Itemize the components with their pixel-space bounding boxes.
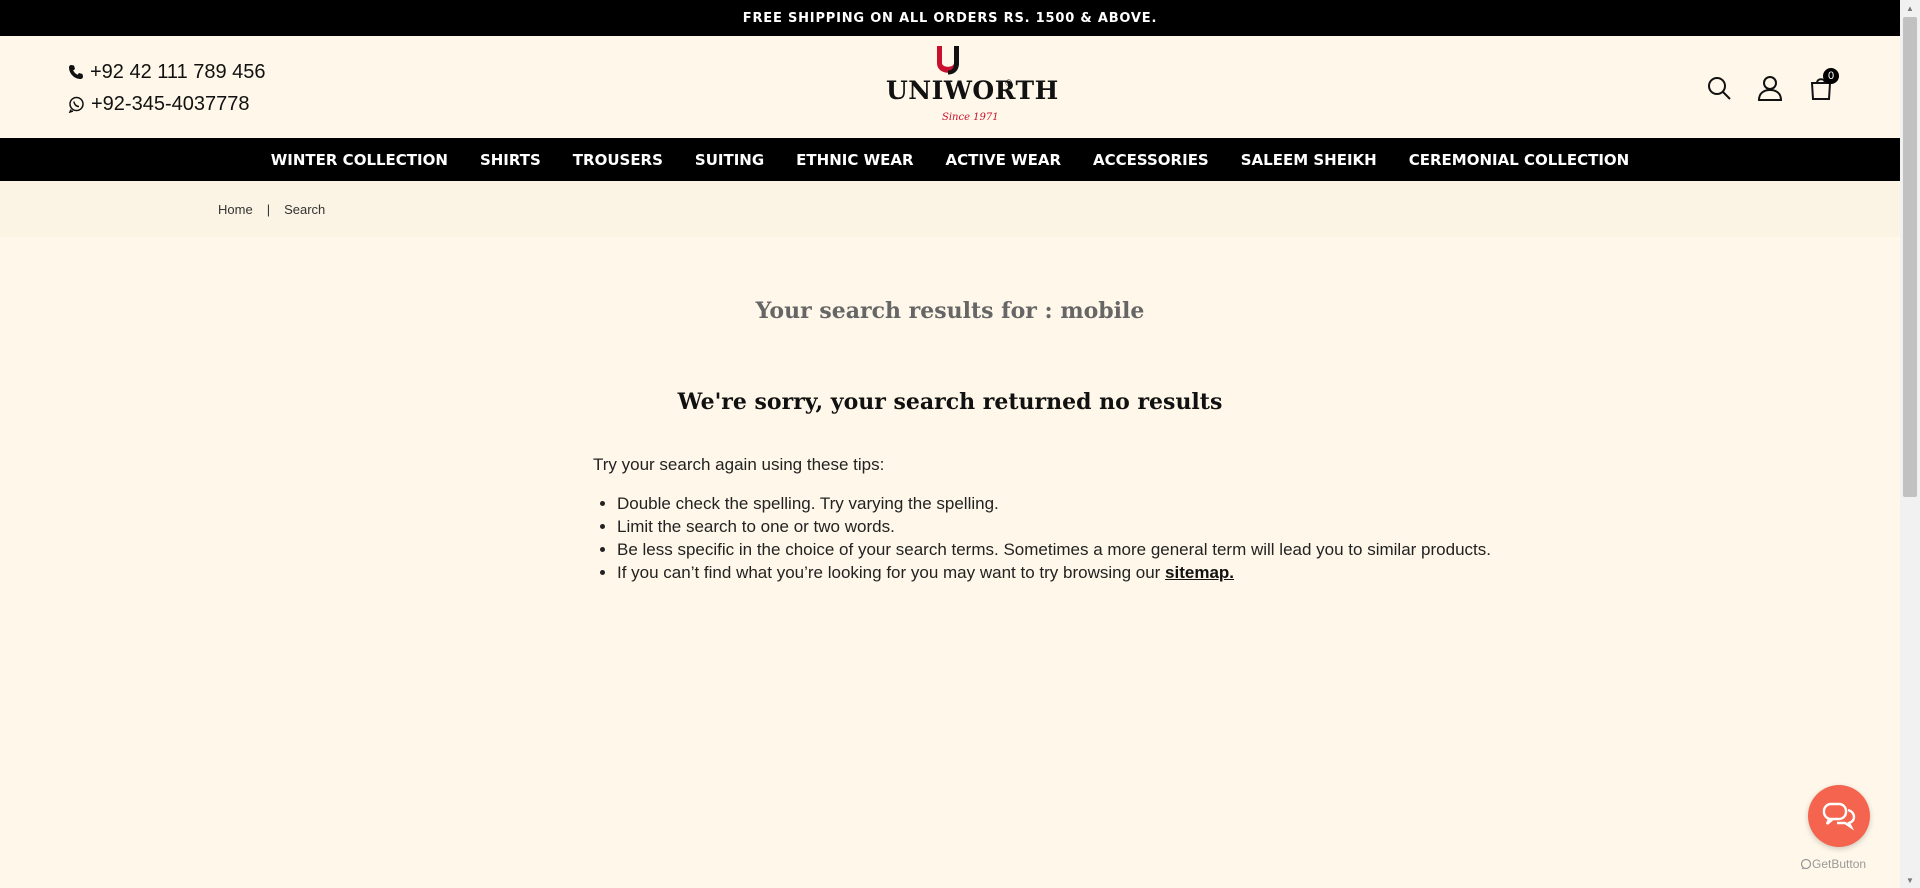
scroll-thumb[interactable] [1903,17,1917,497]
tip-item: Limit the search to one or two words. [617,515,1491,538]
nav-suiting[interactable]: SUITING [695,151,764,169]
phone-number: +92 42 111 789 456 [90,60,266,83]
page-scrollbar[interactable]: ▲ ▼ [1900,0,1920,888]
tip-item: Double check the spelling. Try varying t… [617,492,1491,515]
tips-intro: Try your search again using these tips: [593,455,885,474]
nav-winter-collection[interactable]: WINTER COLLECTION [271,151,448,169]
registered-mark: ® [1005,78,1012,88]
chat-bubbles-icon [1822,802,1856,831]
nav-shirts[interactable]: SHIRTS [480,151,541,169]
nav-ceremonial-collection[interactable]: CEREMONIAL COLLECTION [1409,151,1630,169]
nav-saleem-sheikh[interactable]: SALEEM SHEIKH [1241,151,1377,169]
whatsapp-number: +92-345-4037778 [91,92,250,115]
header-actions: 0 [1684,68,1839,104]
nav-ethnic-wear[interactable]: ETHNIC WEAR [796,151,913,169]
search-results-title: Your search results for : mobile [755,298,1145,324]
breadcrumb-home-link[interactable]: Home [218,202,253,217]
getbutton-logo-icon [1800,858,1812,870]
main-nav: WINTER COLLECTION SHIRTS TROUSERS SUITIN… [0,138,1900,181]
cart-button[interactable]: 0 [1805,68,1839,104]
nav-accessories[interactable]: ACCESSORIES [1093,151,1209,169]
getbutton-brand: GetButton [1812,857,1867,871]
nav-trousers[interactable]: TROUSERS [573,151,663,169]
search-icon [1708,77,1731,100]
logo-tagline: Since 1971 [942,112,999,123]
search-button[interactable] [1703,72,1735,104]
announcement-text: FREE SHIPPING ON ALL ORDERS RS. 1500 & A… [742,10,1158,26]
sitemap-link[interactable]: sitemap. [1165,563,1234,582]
phone-icon [69,65,83,79]
breadcrumb: Home | Search [0,181,1900,237]
tips-list: Double check the spelling. Try varying t… [593,492,1491,584]
scroll-up-arrow[interactable]: ▲ [1900,0,1920,16]
announcement-bar: FREE SHIPPING ON ALL ORDERS RS. 1500 & A… [0,0,1900,36]
scroll-down-arrow[interactable]: ▼ [1900,872,1920,888]
tip-item: Be less specific in the choice of your s… [617,538,1491,561]
getbutton-credit[interactable]: GetButton [1800,857,1866,871]
nav-active-wear[interactable]: ACTIVE WEAR [946,151,1061,169]
user-icon [1757,76,1783,101]
site-logo[interactable]: UNIWORTH ® Since 1971 [886,46,1059,128]
logo-wordmark: UNIWORTH [886,76,1059,105]
tip-item-sitemap: If you can’t find what you’re looking fo… [617,561,1491,584]
cart-count-badge: 0 [1823,68,1839,84]
no-results-heading: We're sorry, your search returned no res… [677,389,1223,415]
breadcrumb-separator: | [266,201,271,217]
chat-widget-button[interactable] [1808,785,1870,847]
breadcrumb-trail: Home | Search [218,202,325,217]
account-button[interactable] [1754,72,1786,104]
site-header: +92 42 111 789 456 +92-345-4037778 UNIWO… [0,36,1900,138]
breadcrumb-current: Search [284,201,326,217]
phone-contact[interactable]: +92 42 111 789 456 [68,56,266,88]
contact-info: +92 42 111 789 456 +92-345-4037778 [68,56,266,120]
logo-mark [937,46,959,75]
whatsapp-contact[interactable]: +92-345-4037778 [68,88,266,120]
search-tips: Try your search again using these tips: … [593,455,1491,584]
tip-sitemap-text: If you can’t find what you’re looking fo… [617,563,1166,582]
whatsapp-icon [68,96,84,113]
